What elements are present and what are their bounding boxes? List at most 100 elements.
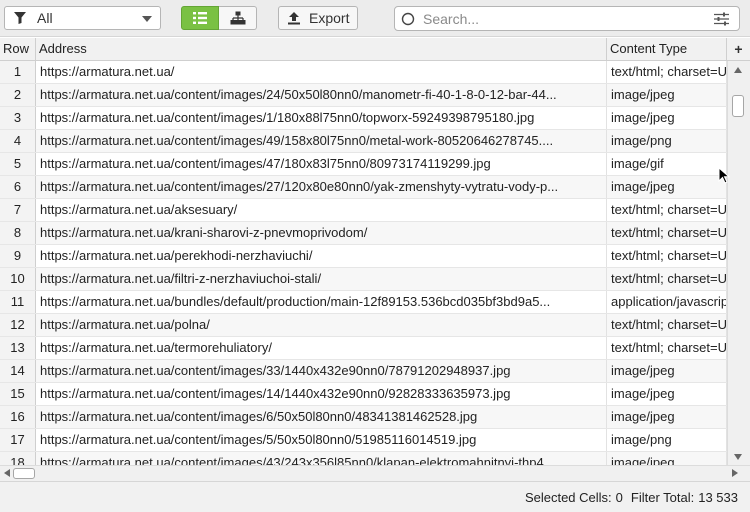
filter-dropdown[interactable]: All xyxy=(4,6,161,30)
address-cell[interactable]: https://armatura.net.ua/content/images/1… xyxy=(36,107,607,129)
row-number-cell[interactable]: 1 xyxy=(0,61,36,83)
address-cell[interactable]: https://armatura.net.ua/content/images/2… xyxy=(36,176,607,198)
table-row[interactable]: 13 https://armatura.net.ua/termorehuliato… xyxy=(0,337,727,360)
filter-total-value: 13 533 xyxy=(698,489,738,505)
row-number-cell[interactable]: 3 xyxy=(0,107,36,129)
column-header-row[interactable]: Row xyxy=(0,38,36,61)
search-icon xyxy=(401,12,415,25)
search-box xyxy=(394,6,740,31)
column-header-content-type[interactable]: Content Type xyxy=(607,38,727,61)
table-row[interactable]: 9 https://armatura.net.ua/perekhodi-nerzh… xyxy=(0,245,727,268)
content-type-cell[interactable]: image/jpeg xyxy=(607,176,727,198)
row-number-cell[interactable]: 2 xyxy=(0,84,36,106)
content-type-cell[interactable]: image/jpeg xyxy=(607,383,727,405)
hierarchy-icon xyxy=(230,11,245,25)
table-row[interactable]: 8 https://armatura.net.ua/krani-sharovi-z… xyxy=(0,222,727,245)
address-cell[interactable]: https://armatura.net.ua/aksesuary/ xyxy=(36,199,607,221)
row-number-cell[interactable]: 15 xyxy=(0,383,36,405)
content-type-cell[interactable]: text/html; charset=UTF-8 xyxy=(607,61,727,83)
address-cell[interactable]: https://armatura.net.ua/filtri-z-nerzhav… xyxy=(36,268,607,290)
scroll-left-icon[interactable] xyxy=(4,469,10,477)
mouse-cursor-icon xyxy=(718,167,730,184)
scroll-up-icon[interactable] xyxy=(734,67,742,73)
vertical-scroll-thumb[interactable] xyxy=(732,95,744,117)
content-type-cell[interactable]: application/javascript xyxy=(607,291,727,313)
content-type-cell[interactable]: image/jpeg xyxy=(607,84,727,106)
table-row[interactable]: 6 https://armatura.net.ua/content/images/… xyxy=(0,176,727,199)
table-row[interactable]: 12 https://armatura.net.ua/polna/text/htm… xyxy=(0,314,727,337)
row-number-cell[interactable]: 12 xyxy=(0,314,36,336)
address-cell[interactable]: https://armatura.net.ua/perekhodi-nerzha… xyxy=(36,245,607,267)
scroll-down-icon[interactable] xyxy=(734,454,742,460)
tree-view-button[interactable] xyxy=(219,6,257,30)
table-row[interactable]: 16 https://armatura.net.ua/content/images… xyxy=(0,406,727,429)
row-number-cell[interactable]: 7 xyxy=(0,199,36,221)
content-type-cell[interactable]: text/html; charset=UTF-8 xyxy=(607,268,727,290)
status-bar: Selected Cells: 0 Filter Total: 13 533 xyxy=(0,481,750,512)
address-cell[interactable]: https://armatura.net.ua/content/images/4… xyxy=(36,130,607,152)
table-row[interactable]: 11 https://armatura.net.ua/bundles/defaul… xyxy=(0,291,727,314)
list-view-button[interactable] xyxy=(181,6,219,30)
filter-settings-icon[interactable] xyxy=(714,12,729,26)
content-type-cell[interactable]: text/html; charset=UTF-8 xyxy=(607,337,727,359)
row-number-cell[interactable]: 10 xyxy=(0,268,36,290)
table-row[interactable]: 1 https://armatura.net.ua/text/html; char… xyxy=(0,61,727,84)
address-cell[interactable]: https://armatura.net.ua/content/images/6… xyxy=(36,406,607,428)
scroll-right-icon[interactable] xyxy=(732,469,738,477)
row-number-cell[interactable]: 16 xyxy=(0,406,36,428)
row-number-cell[interactable]: 18 xyxy=(0,452,36,465)
address-cell[interactable]: https://armatura.net.ua/content/images/2… xyxy=(36,84,607,106)
chevron-down-icon xyxy=(142,16,152,22)
column-header-address[interactable]: Address xyxy=(36,38,607,61)
search-input[interactable] xyxy=(421,9,701,28)
table-row[interactable]: 15 https://armatura.net.ua/content/images… xyxy=(0,383,727,406)
selected-cells-label: Selected Cells: xyxy=(524,489,612,505)
content-type-cell[interactable]: image/jpeg xyxy=(607,406,727,428)
table-row[interactable]: 5 https://armatura.net.ua/content/images/… xyxy=(0,153,727,176)
address-cell[interactable]: https://armatura.net.ua/content/images/4… xyxy=(36,153,607,175)
row-number-cell[interactable]: 6 xyxy=(0,176,36,198)
row-number-cell[interactable]: 11 xyxy=(0,291,36,313)
content-type-cell[interactable]: text/html; charset=UTF-8 xyxy=(607,199,727,221)
address-cell[interactable]: https://armatura.net.ua/content/images/1… xyxy=(36,383,607,405)
row-number-cell[interactable]: 4 xyxy=(0,130,36,152)
address-cell[interactable]: https://armatura.net.ua/termorehuliatory… xyxy=(36,337,607,359)
content-type-cell[interactable]: image/png xyxy=(607,130,727,152)
row-number-cell[interactable]: 13 xyxy=(0,337,36,359)
row-number-cell[interactable]: 5 xyxy=(0,153,36,175)
horizontal-scrollbar[interactable] xyxy=(0,465,750,481)
row-number-cell[interactable]: 9 xyxy=(0,245,36,267)
table-row[interactable]: 14 https://armatura.net.ua/content/images… xyxy=(0,360,727,383)
content-type-cell[interactable]: text/html; charset=UTF-8 xyxy=(607,245,727,267)
content-type-cell[interactable]: text/html; charset=UTF-8 xyxy=(607,314,727,336)
content-type-cell[interactable]: image/gif xyxy=(607,153,727,175)
add-column-button[interactable]: + xyxy=(727,38,750,61)
row-number-cell[interactable]: 8 xyxy=(0,222,36,244)
table-row[interactable]: 17 https://armatura.net.ua/content/images… xyxy=(0,429,727,452)
content-type-cell[interactable]: image/png xyxy=(607,429,727,451)
row-number-cell[interactable]: 17 xyxy=(0,429,36,451)
address-cell[interactable]: https://armatura.net.ua/krani-sharovi-z-… xyxy=(36,222,607,244)
address-cell[interactable]: https://armatura.net.ua/content/images/5… xyxy=(36,429,607,451)
table-row[interactable]: 3 https://armatura.net.ua/content/images/… xyxy=(0,107,727,130)
selected-cells-value: 0 xyxy=(615,489,623,505)
address-cell[interactable]: https://armatura.net.ua/polna/ xyxy=(36,314,607,336)
content-type-cell[interactable]: image/jpeg xyxy=(607,360,727,382)
table-row[interactable]: 10 https://armatura.net.ua/filtri-z-nerzh… xyxy=(0,268,727,291)
table-row[interactable]: 7 https://armatura.net.ua/aksesuary/text/… xyxy=(0,199,727,222)
address-cell[interactable]: https://armatura.net.ua/content/images/4… xyxy=(36,452,607,465)
address-cell[interactable]: https://armatura.net.ua/bundles/default/… xyxy=(36,291,607,313)
vertical-scrollbar[interactable] xyxy=(727,61,750,465)
address-cell[interactable]: https://armatura.net.ua/content/images/3… xyxy=(36,360,607,382)
funnel-icon xyxy=(14,12,26,24)
table-row[interactable]: 4 https://armatura.net.ua/content/images/… xyxy=(0,130,727,153)
table-row[interactable]: 2 https://armatura.net.ua/content/images/… xyxy=(0,84,727,107)
address-cell[interactable]: https://armatura.net.ua/ xyxy=(36,61,607,83)
horizontal-scroll-thumb[interactable] xyxy=(13,468,35,479)
export-button[interactable]: Export xyxy=(278,6,358,30)
table-row[interactable]: 18 https://armatura.net.ua/content/images… xyxy=(0,452,727,465)
content-type-cell[interactable]: text/html; charset=UTF-8 xyxy=(607,222,727,244)
content-type-cell[interactable]: image/jpeg xyxy=(607,452,727,465)
row-number-cell[interactable]: 14 xyxy=(0,360,36,382)
content-type-cell[interactable]: image/jpeg xyxy=(607,107,727,129)
